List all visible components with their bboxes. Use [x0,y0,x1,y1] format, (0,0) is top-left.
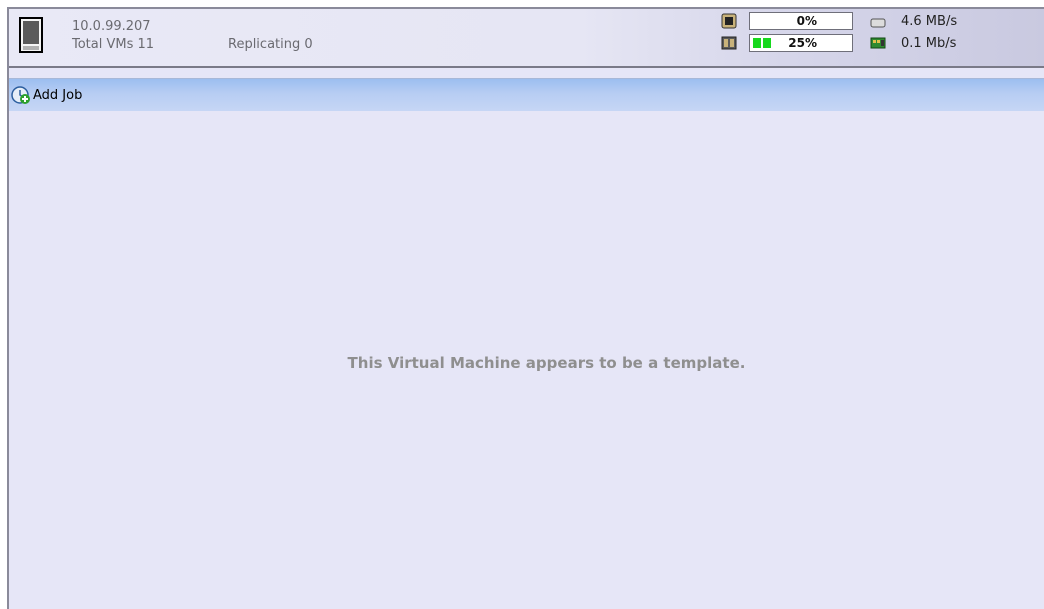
memory-meter: 25% [749,34,853,52]
disk-icon [870,18,886,28]
disk-rate: 4.6 MB/s [901,14,958,29]
memory-icon [721,36,737,50]
status-header: 10.0.99.207 Total VMs 11 Replicating 0 0… [9,9,1044,68]
add-job-icon [11,86,30,104]
toolbar: Add Job [9,78,1044,111]
add-job-button[interactable]: Add Job [11,85,82,105]
cpu-meter: 0% [749,12,853,30]
add-job-label: Add Job [33,87,83,103]
server-icon [19,17,43,53]
host-ip: 10.0.99.207 [72,19,151,34]
network-card-icon [870,37,886,49]
cpu-chip-icon [721,13,737,29]
template-message: This Virtual Machine appears to be a tem… [347,354,746,372]
replicating-count: Replicating 0 [228,37,313,52]
memory-percent: 25% [788,36,817,50]
network-rate: 0.1 Mb/s [901,36,957,51]
cpu-percent: 0% [796,14,817,28]
total-vms: Total VMs 11 [72,37,155,52]
memory-meter-fill [753,38,771,48]
app-frame: 10.0.99.207 Total VMs 11 Replicating 0 0… [7,7,1044,609]
meter-block [753,38,761,48]
meter-block [763,38,771,48]
